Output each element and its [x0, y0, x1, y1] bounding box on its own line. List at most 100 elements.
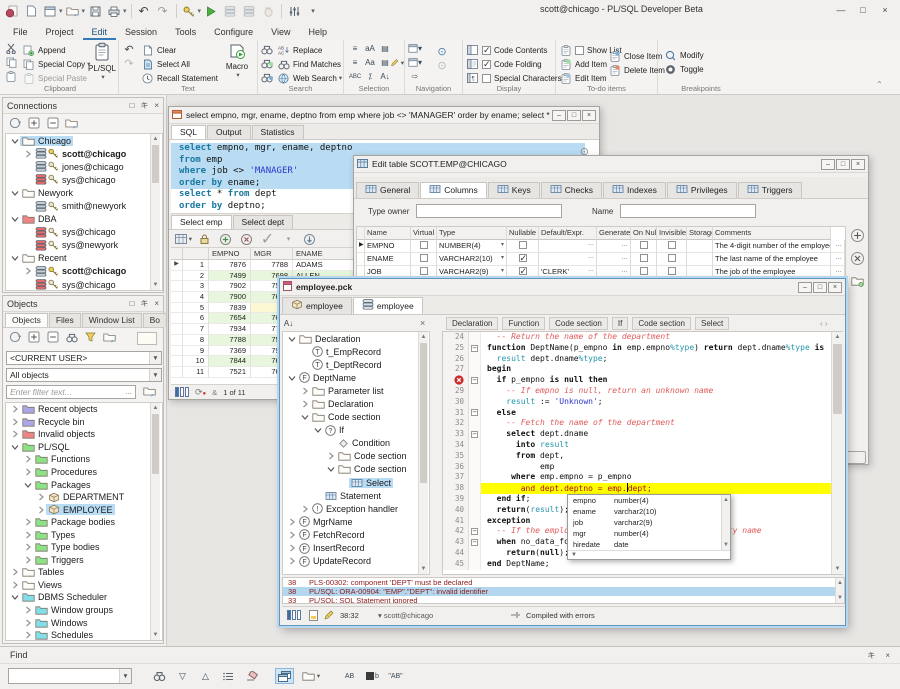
remove-connection-icon[interactable]: [44, 116, 61, 131]
close-panel-icon[interactable]: ×: [154, 299, 159, 308]
edit-table-titlebar[interactable]: Edit table SCOTT.EMP@CHICAGO – □ ×: [354, 156, 868, 173]
scroll-down-icon[interactable]: ▼: [836, 593, 844, 603]
code-line-27[interactable]: 27 begin: [443, 364, 842, 375]
tree-item-code-section[interactable]: Code section: [283, 450, 429, 463]
ribbon-collapse-icon[interactable]: ⌃: [876, 80, 883, 89]
editor-scrollbar[interactable]: ▲ ▼: [831, 332, 843, 574]
new-window-icon[interactable]: [41, 2, 59, 20]
tree-item-code-section[interactable]: Code section: [283, 463, 429, 476]
checkbox[interactable]: [519, 254, 527, 262]
pin-icon[interactable]: キ: [140, 100, 148, 111]
collapse-icon[interactable]: [9, 443, 20, 451]
type-owner-input[interactable]: [416, 204, 562, 218]
scroll-down-icon[interactable]: ▼: [419, 564, 428, 574]
toolbar-overflow-icon[interactable]: ▾: [304, 2, 322, 20]
pin-icon[interactable]: [510, 610, 521, 622]
tree-item-recycle-bin[interactable]: Recycle bin: [6, 416, 162, 429]
tree-item-employee[interactable]: EMPLOYEE: [6, 503, 162, 516]
name-input[interactable]: [620, 204, 756, 218]
tree-item-condition[interactable]: Condition: [283, 437, 429, 450]
checkbox[interactable]: [420, 241, 428, 249]
sql-tab-sql[interactable]: SQL: [171, 125, 206, 139]
checkbox[interactable]: [668, 267, 676, 275]
find-icon[interactable]: [260, 43, 274, 56]
tree-item-updaterecord[interactable]: F UpdateRecord: [283, 555, 429, 568]
error-row[interactable]: 38PL/SQL: ORA-00904: "EMP"."DEPT": inval…: [283, 587, 844, 596]
tree-item-sys-chicago[interactable]: sys@chicago: [6, 226, 162, 239]
scroll-up-icon[interactable]: ▲: [151, 403, 160, 413]
link-icon[interactable]: &: [212, 388, 217, 397]
tree-item-scott-chicago[interactable]: scott@chicago: [6, 265, 162, 278]
find-list-icon[interactable]: [219, 668, 238, 684]
collapse-icon[interactable]: [312, 426, 323, 434]
fold-icon[interactable]: −: [469, 375, 481, 386]
tree-item-package-bodies[interactable]: Package bodies: [6, 516, 162, 529]
ellipsis-button[interactable]: …: [588, 267, 594, 277]
tree-item-windows[interactable]: Windows: [6, 616, 162, 629]
macro-button[interactable]: Macro ▾: [221, 42, 253, 90]
expand-icon[interactable]: [9, 568, 20, 576]
dropdown-arrow[interactable]: ▾: [339, 74, 342, 82]
tree-item-chicago[interactable]: Chicago: [6, 134, 162, 147]
checkbox[interactable]: [420, 267, 428, 275]
tree-item-views[interactable]: Views: [6, 579, 162, 592]
filter-icon[interactable]: [82, 330, 99, 345]
goto-icon[interactable]: ⇨: [408, 70, 422, 83]
code-line-33[interactable]: 33 − select dept.dname: [443, 429, 842, 440]
employee-tree-scrollbar[interactable]: ▲ ▼: [418, 332, 428, 574]
expand-icon[interactable]: [299, 387, 310, 395]
expand-icon[interactable]: [286, 531, 297, 539]
copy-icon[interactable]: [4, 56, 18, 69]
scroll-down-icon[interactable]: ▼: [832, 564, 843, 574]
ribbon-item-delete-item[interactable]: Delete Item: [608, 63, 665, 77]
scroll-down-icon[interactable]: ▼: [151, 280, 160, 290]
column-header-invisible[interactable]: Invisible: [657, 227, 687, 240]
tree-item-mgrname[interactable]: F MgrName: [283, 515, 429, 528]
collapse-icon[interactable]: [9, 254, 20, 262]
employee-tab-spec[interactable]: employee: [282, 297, 352, 314]
tree-item-if[interactable]: ? If: [283, 424, 429, 437]
minimize-icon[interactable]: –: [821, 159, 835, 170]
close-icon[interactable]: ×: [851, 159, 865, 170]
save-icon[interactable]: [86, 2, 104, 20]
objects-scrollbar[interactable]: ▲ ▼: [150, 403, 160, 640]
menu-tab-view[interactable]: View: [262, 25, 299, 40]
ellipsis-button[interactable]: …: [831, 240, 845, 253]
ribbon-item-select-all[interactable]: Select All: [141, 57, 218, 71]
expand-icon[interactable]: [22, 543, 33, 551]
column-header-type[interactable]: Type: [437, 227, 507, 240]
column-header-generated[interactable]: Generated: [597, 227, 631, 240]
checkbox[interactable]: [640, 267, 648, 275]
breadcrumb-function[interactable]: Function: [502, 317, 545, 330]
tree-item-fetchrecord[interactable]: F FetchRecord: [283, 528, 429, 541]
remove-column-icon[interactable]: [849, 251, 866, 266]
result-tab-select-dept[interactable]: Select dept: [233, 215, 294, 229]
breadcrumb-scroll-icons[interactable]: ‹ ›: [820, 319, 828, 328]
expand-icon[interactable]: [22, 267, 33, 275]
refresh-icon[interactable]: [6, 116, 23, 131]
delete-row-icon[interactable]: [238, 232, 255, 247]
ribbon-item-code-folding[interactable]: Code Folding: [466, 57, 562, 71]
collapse-icon[interactable]: [9, 189, 20, 197]
fold-icon[interactable]: −: [469, 537, 481, 548]
tree-item-sys-chicago[interactable]: sys@chicago: [6, 278, 162, 291]
dropdown-arrow[interactable]: ▾: [123, 7, 127, 15]
collapse-icon[interactable]: [44, 330, 61, 345]
ribbon-item-toggle[interactable]: Toggle: [664, 62, 704, 76]
chevron-down-icon[interactable]: ▼: [119, 669, 131, 683]
close-tree-icon[interactable]: ×: [420, 318, 425, 328]
edit-pencil-icon[interactable]: [323, 610, 334, 623]
fold-icon[interactable]: −: [469, 526, 481, 537]
tree-item-type-bodies[interactable]: Type bodies: [6, 541, 162, 554]
tree-item-triggers[interactable]: Triggers: [6, 554, 162, 567]
tree-item-statement[interactable]: Statement: [283, 489, 429, 502]
menu-tab-project[interactable]: Project: [37, 25, 83, 40]
code-line-29[interactable]: 29 -- If empno is null, return an unknow…: [443, 386, 842, 397]
expand-icon[interactable]: [286, 557, 297, 565]
fetch-last-icon[interactable]: [301, 232, 318, 247]
close-icon[interactable]: ×: [828, 282, 842, 293]
tree-item-newyork[interactable]: Newyork: [6, 186, 162, 199]
grid-options-icon[interactable]: ▾: [175, 232, 192, 247]
autocomplete-popup[interactable]: empnonumber(4)enamevarchar2(10)jobvarcha…: [567, 494, 731, 560]
expand-icon[interactable]: [299, 505, 310, 513]
